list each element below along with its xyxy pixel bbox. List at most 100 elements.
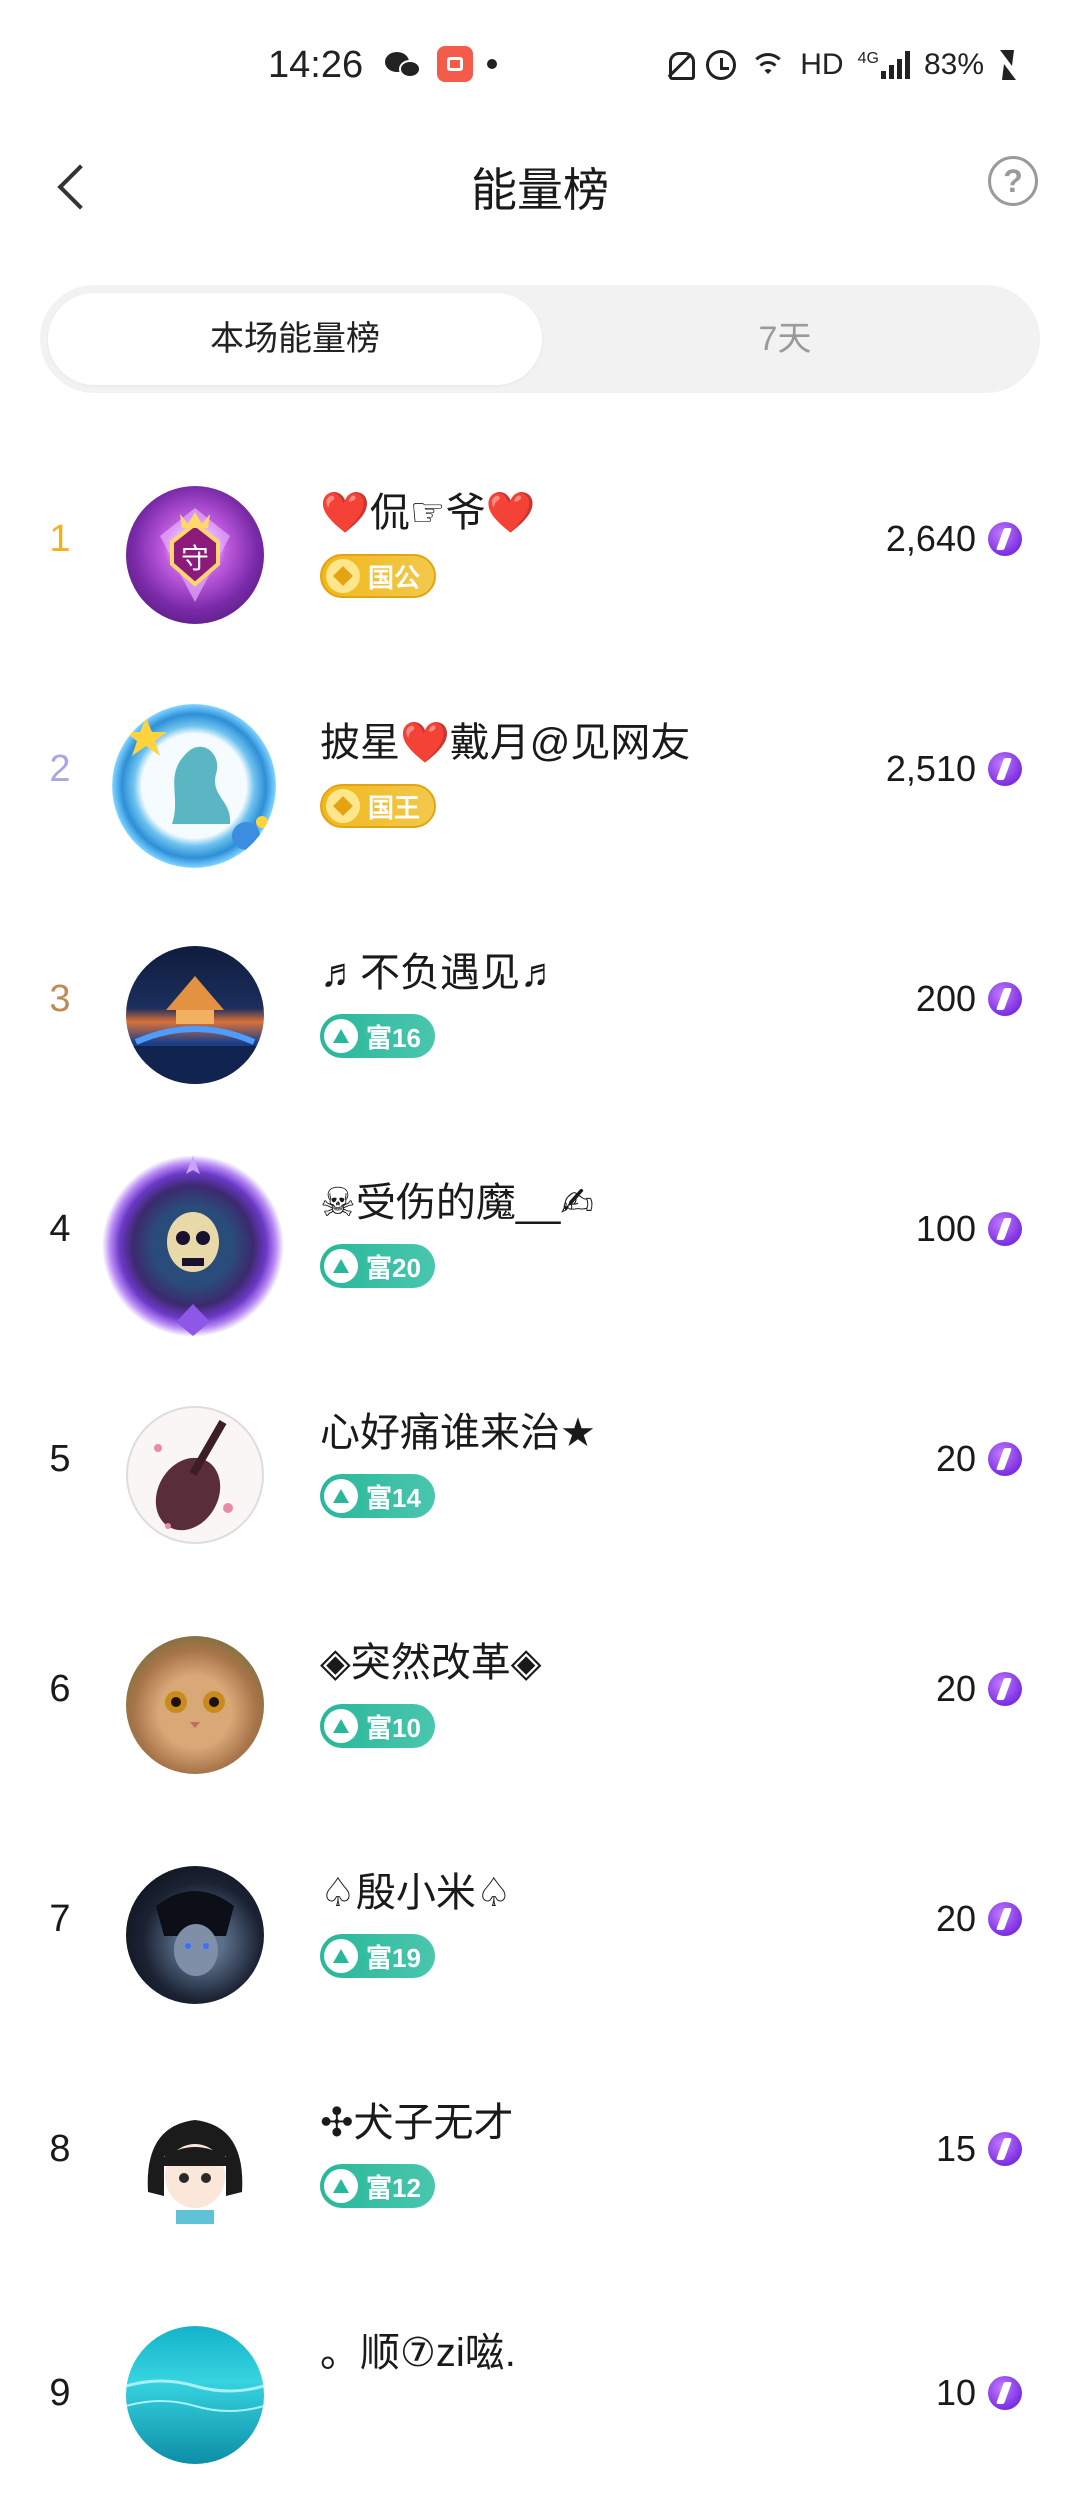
lightning-icon bbox=[988, 982, 1022, 1016]
triangle-icon bbox=[324, 1479, 358, 1513]
level-badge: 国王 bbox=[320, 784, 437, 828]
pipa-image bbox=[154, 1420, 233, 1531]
energy-value: 20 bbox=[936, 1898, 1022, 1940]
dot-icon bbox=[487, 59, 497, 69]
kuaishou-icon bbox=[437, 46, 473, 82]
lightning-icon bbox=[988, 1672, 1022, 1706]
level-badge: 富14 bbox=[320, 1474, 435, 1518]
diamond-icon bbox=[326, 789, 360, 823]
status-right-icons: HD 4G 83% bbox=[666, 48, 1016, 82]
alarm-icon bbox=[706, 50, 737, 80]
energy-value: 20 bbox=[936, 1668, 1022, 1710]
energy-value: 200 bbox=[916, 978, 1022, 1020]
status-app-icons bbox=[385, 46, 497, 82]
triangle-icon bbox=[324, 1249, 358, 1283]
energy-value: 20 bbox=[936, 1438, 1022, 1480]
page-title: 能量榜 bbox=[471, 164, 609, 216]
energy-amount: 20 bbox=[935, 1438, 976, 1479]
energy-amount: 20 bbox=[935, 1898, 976, 1939]
signal-icon bbox=[880, 51, 910, 79]
tab-current-session[interactable]: 本场能量榜 bbox=[48, 293, 542, 385]
skull-frame-icon bbox=[167, 1156, 219, 1336]
badge-label: 富10 bbox=[366, 1712, 421, 1743]
energy-amount: 15 bbox=[935, 2128, 976, 2169]
level-badge: 富20 bbox=[320, 1244, 435, 1288]
avatar[interactable] bbox=[126, 946, 264, 1084]
title-bar: 能量榜 ? bbox=[0, 130, 1080, 240]
badge-label: 富12 bbox=[366, 2172, 421, 2203]
user-name: ✣犬子无才 bbox=[320, 2101, 514, 2145]
ranking-row[interactable]: 9 。顺⑦zi嗞. 10 bbox=[0, 2280, 1080, 2510]
rank-number: 3 bbox=[49, 978, 71, 1020]
ranking-row[interactable]: 3 ♬不负遇见♬ 富16 200 bbox=[0, 900, 1080, 1130]
avatar[interactable] bbox=[126, 1866, 264, 2004]
ranking-row[interactable]: 8 ✣犬子无才 富12 15 bbox=[0, 2050, 1080, 2280]
rank-number: 2 bbox=[49, 748, 71, 790]
ranking-row[interactable]: 5 心好痛谁来治★ 富14 20 bbox=[0, 1360, 1080, 1590]
cat-image bbox=[165, 1691, 225, 1728]
avatar[interactable] bbox=[126, 1636, 264, 1774]
tab-7-days[interactable]: 7天 bbox=[538, 293, 1032, 385]
network-label: HD bbox=[800, 48, 844, 81]
badge-label: 富16 bbox=[366, 1022, 421, 1053]
rank-number: 7 bbox=[49, 1898, 71, 1940]
wechat-icon bbox=[385, 48, 423, 80]
ranking-period-tabs: 本场能量榜 7天 bbox=[40, 285, 1040, 393]
user-name: 。顺⑦zi嗞. bbox=[320, 2331, 516, 2375]
energy-value: 15 bbox=[936, 2128, 1022, 2170]
lightning-icon bbox=[988, 1902, 1022, 1936]
guardian-shield-icon: 守 bbox=[160, 508, 230, 602]
avatar[interactable] bbox=[112, 704, 276, 868]
rank-number: 4 bbox=[49, 1208, 71, 1250]
help-button[interactable]: ? bbox=[988, 156, 1038, 206]
ranking-row[interactable]: 6 ◈突然改革◈ 富10 20 bbox=[0, 1590, 1080, 1820]
cell-signal: 4G bbox=[858, 51, 910, 79]
ranking-row[interactable]: 2 披星❤️戴月@见网友 国王 2,510 bbox=[0, 670, 1080, 900]
lightning-icon bbox=[988, 2132, 1022, 2166]
status-bar: 14:26 HD 4G 83% bbox=[0, 0, 1080, 130]
badge-label: 富14 bbox=[366, 1482, 421, 1513]
avatar[interactable] bbox=[96, 1154, 290, 1338]
lightning-icon bbox=[988, 752, 1022, 786]
anime-girl-image bbox=[147, 2120, 243, 2224]
mute-bell-icon bbox=[666, 50, 696, 80]
lightning-icon bbox=[988, 1442, 1022, 1476]
badge-label: 富19 bbox=[366, 1942, 421, 1973]
pavilion-image bbox=[126, 976, 264, 1084]
diamond-icon bbox=[326, 559, 360, 593]
energy-value: 100 bbox=[916, 1208, 1022, 1250]
rank-number: 5 bbox=[49, 1438, 71, 1480]
dragon-frame-icon bbox=[125, 718, 268, 850]
energy-amount: 20 bbox=[935, 1668, 976, 1709]
energy-value: 2,510 bbox=[886, 748, 1022, 790]
network-type: 4G bbox=[857, 50, 879, 67]
triangle-icon bbox=[324, 1939, 358, 1973]
user-name: ◈突然改革◈ bbox=[320, 1641, 542, 1685]
energy-amount: 10 bbox=[935, 2372, 976, 2413]
ranking-list: 1 守 ❤️侃☞爷❤️ 国公 2,640 2 披星❤️戴月@见网友 国王 2,5… bbox=[0, 440, 1080, 2510]
question-mark-icon: ? bbox=[1003, 163, 1023, 199]
level-badge: 富12 bbox=[320, 2164, 435, 2208]
user-name: ♬不负遇见♬ bbox=[320, 951, 560, 995]
energy-value: 10 bbox=[936, 2372, 1022, 2414]
avatar[interactable] bbox=[126, 2096, 264, 2234]
ranking-row[interactable]: 4 ☠受伤的魔__✍ 富20 100 bbox=[0, 1130, 1080, 1360]
level-badge: 富10 bbox=[320, 1704, 435, 1748]
user-name: ☠受伤的魔__✍ bbox=[320, 1181, 594, 1225]
badge-label: 国公 bbox=[368, 562, 421, 593]
ranking-row[interactable]: 1 守 ❤️侃☞爷❤️ 国公 2,640 bbox=[0, 440, 1080, 670]
ranking-row[interactable]: 7 ♤殷小米♤ 富19 20 bbox=[0, 1820, 1080, 2050]
avatar[interactable] bbox=[126, 2326, 264, 2464]
anime-boy-image bbox=[156, 1891, 234, 1976]
energy-amount: 2,640 bbox=[885, 518, 976, 559]
user-name: ♤殷小米♤ bbox=[320, 1871, 512, 1915]
lightning-icon bbox=[988, 2376, 1022, 2410]
energy-amount: 200 bbox=[915, 978, 976, 1019]
badge-label: 富20 bbox=[366, 1252, 421, 1283]
rank-number: 6 bbox=[49, 1668, 71, 1710]
avatar[interactable] bbox=[126, 1406, 264, 1544]
avatar[interactable]: 守 bbox=[126, 486, 264, 624]
rank-number: 1 bbox=[49, 518, 71, 560]
triangle-icon bbox=[324, 1709, 358, 1743]
level-badge: 富16 bbox=[320, 1014, 435, 1058]
